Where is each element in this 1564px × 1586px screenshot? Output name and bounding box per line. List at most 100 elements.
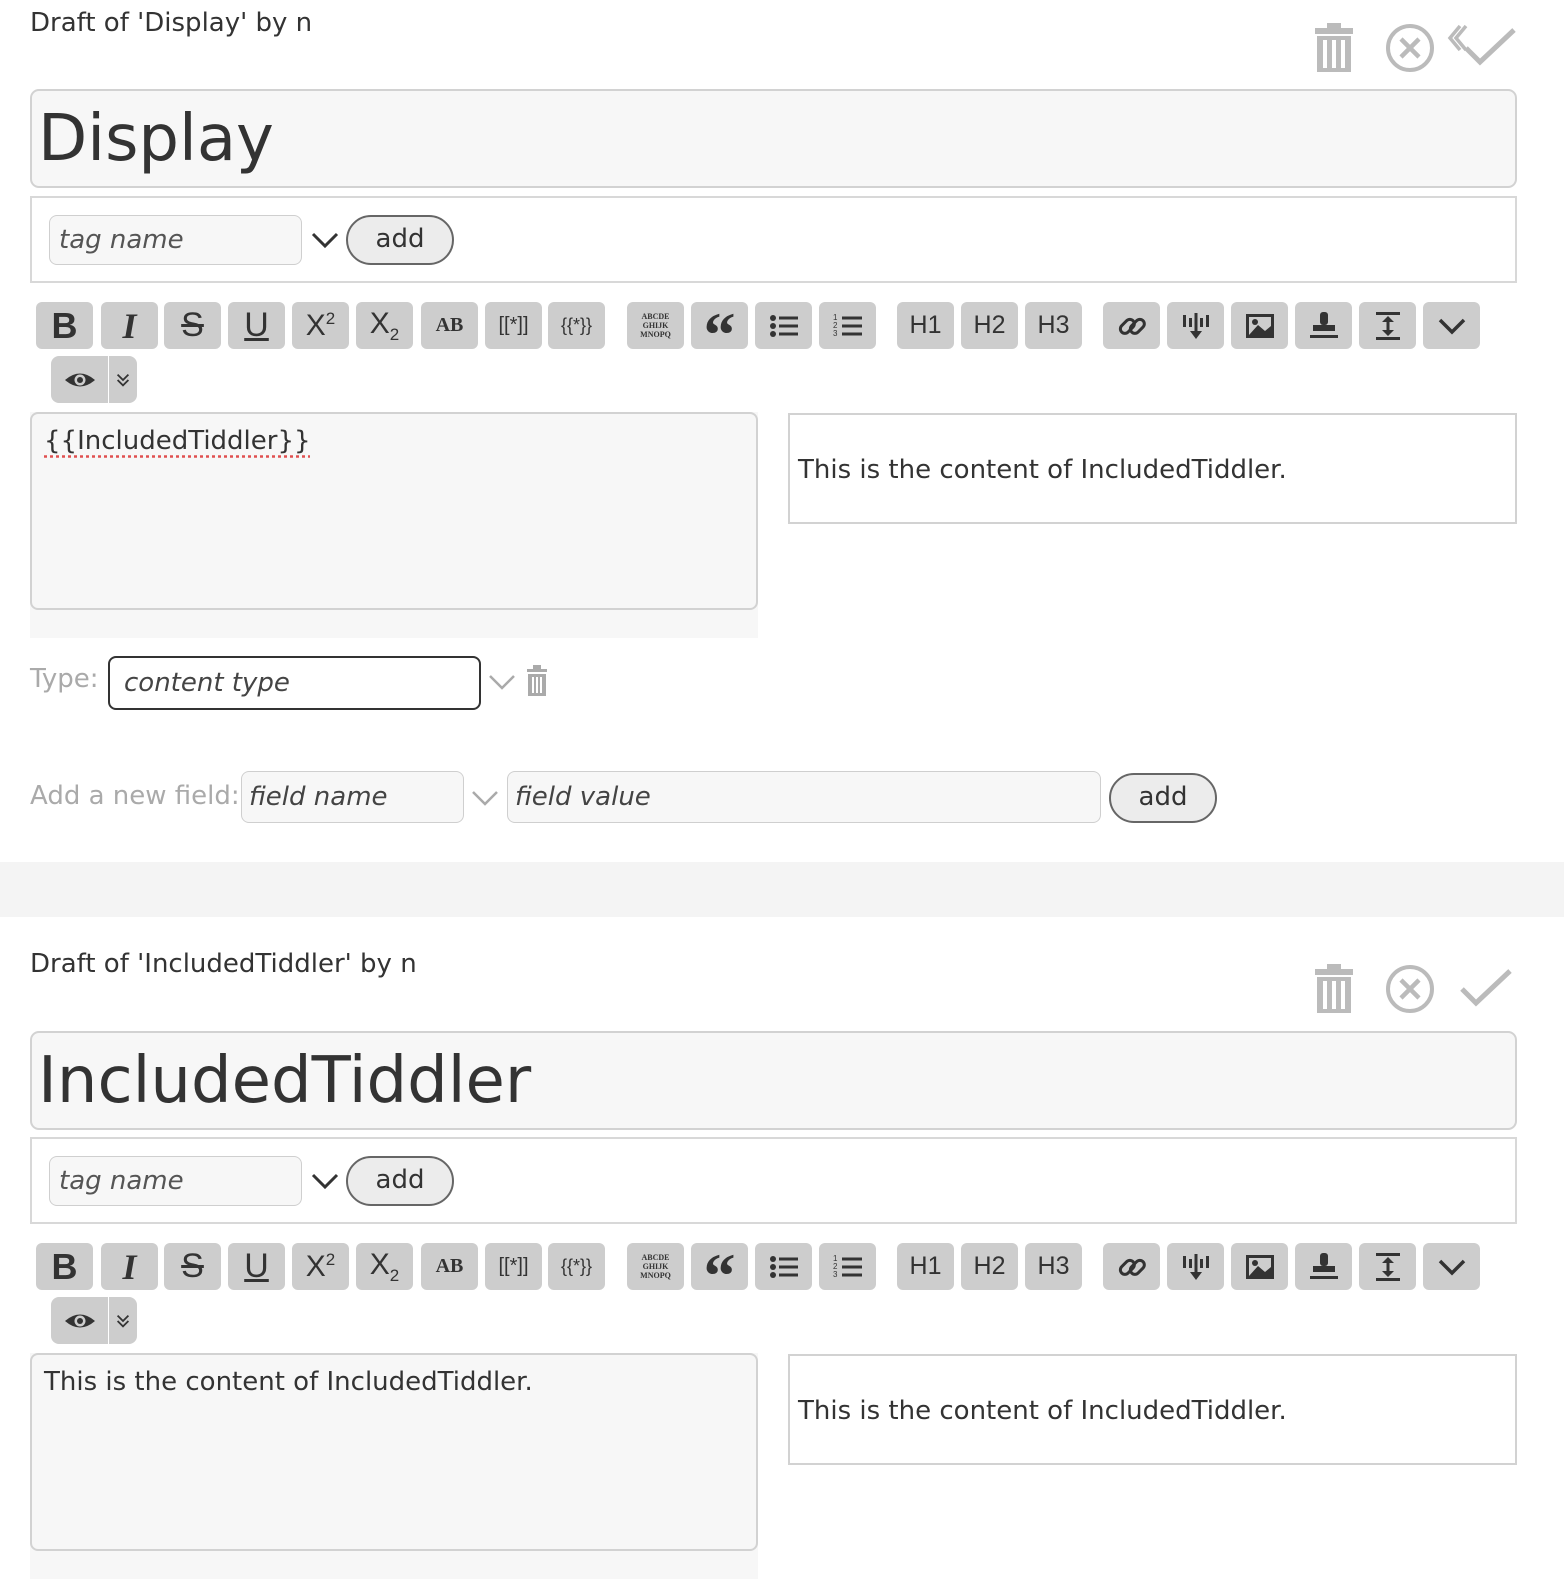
- italic-button[interactable]: I: [101, 302, 158, 349]
- preview-toggle-button[interactable]: [51, 1297, 108, 1344]
- superscript-icon: X2: [305, 1249, 336, 1283]
- bold-button[interactable]: B: [36, 1243, 93, 1290]
- picture-button[interactable]: [1231, 302, 1288, 349]
- quote-button[interactable]: “: [691, 1243, 748, 1307]
- bullet-list-icon: [769, 1255, 798, 1278]
- transclude-button[interactable]: {{*}}: [548, 302, 605, 349]
- strikethrough-icon: S: [181, 306, 204, 344]
- quote-icon: “: [703, 1239, 736, 1311]
- monospace-block-button[interactable]: ABCDE GHIJK MNOPQ: [627, 1243, 684, 1290]
- superscript-button[interactable]: X2: [292, 302, 349, 349]
- size-icon: [1375, 1252, 1400, 1281]
- field-name-dropdown-button[interactable]: [470, 780, 500, 816]
- preview-type-button[interactable]: [109, 1297, 137, 1344]
- cancel-button[interactable]: [1382, 961, 1438, 1017]
- heading-2-button[interactable]: H2: [961, 1243, 1018, 1290]
- cancel-button[interactable]: [1382, 20, 1438, 76]
- chevron-down-icon: [311, 1173, 339, 1190]
- preview-toggle-button[interactable]: [51, 356, 108, 403]
- field-name-input[interactable]: field name: [241, 771, 464, 823]
- transclude-icon: {{*}}: [560, 315, 593, 335]
- smallcaps-button[interactable]: AB: [421, 302, 478, 349]
- heading-3-button[interactable]: H3: [1025, 302, 1082, 349]
- superscript-button[interactable]: X2: [292, 1243, 349, 1290]
- underline-button[interactable]: U: [228, 1243, 285, 1290]
- quote-button[interactable]: “: [691, 302, 748, 366]
- delete-button[interactable]: [1306, 20, 1362, 76]
- body-textarea[interactable]: {{IncludedTiddler}}: [30, 412, 758, 610]
- numbered-list-icon: 123: [833, 313, 862, 338]
- title-input[interactable]: IncludedTiddler: [30, 1031, 1517, 1130]
- link-icon: [1118, 317, 1146, 335]
- size-button[interactable]: [1359, 302, 1416, 349]
- smallcaps-icon: AB: [435, 314, 464, 336]
- content-type-input[interactable]: content type: [108, 656, 481, 710]
- title-input[interactable]: Display: [30, 89, 1517, 188]
- numbered-list-button[interactable]: 123: [819, 1243, 876, 1290]
- transclude-icon: {{*}}: [560, 1256, 593, 1276]
- more-button[interactable]: [1423, 1243, 1480, 1290]
- stamp-button[interactable]: [1295, 1243, 1352, 1290]
- numbered-list-icon: 123: [833, 1254, 862, 1279]
- excise-button[interactable]: [1167, 1243, 1224, 1290]
- stamp-button[interactable]: [1295, 302, 1352, 349]
- subscript-icon: X2: [369, 306, 400, 344]
- size-icon: [1375, 311, 1400, 340]
- add-tag-button[interactable]: add: [346, 1156, 454, 1206]
- wikilink-button[interactable]: [[*]]: [485, 1243, 542, 1290]
- bold-button[interactable]: B: [36, 302, 93, 349]
- excise-button[interactable]: [1167, 302, 1224, 349]
- strikethrough-button[interactable]: S: [164, 1243, 221, 1290]
- underline-icon: U: [244, 306, 269, 344]
- add-tag-button[interactable]: add: [346, 215, 454, 265]
- heading-3-button[interactable]: H3: [1025, 1243, 1082, 1290]
- superscript-icon: X2: [305, 308, 336, 342]
- tag-name-input[interactable]: tag name: [49, 215, 302, 265]
- subscript-button[interactable]: X2: [356, 302, 413, 349]
- smallcaps-button[interactable]: AB: [421, 1243, 478, 1290]
- eye-icon: [64, 373, 95, 386]
- heading-1-button[interactable]: H1: [897, 1243, 954, 1290]
- body-textarea[interactable]: This is the content of IncludedTiddler.: [30, 1353, 758, 1551]
- checkmark-icon: [1447, 24, 1516, 66]
- tiddler-controls: [1306, 961, 1536, 1017]
- more-icon: [1438, 318, 1465, 334]
- save-button[interactable]: [1446, 20, 1520, 76]
- more-button[interactable]: [1423, 302, 1480, 349]
- bullet-list-button[interactable]: [755, 1243, 812, 1290]
- save-button[interactable]: [1456, 961, 1516, 1017]
- body-text: This is the content of IncludedTiddler.: [44, 1367, 533, 1397]
- double-chevron-down-icon: [116, 1314, 130, 1328]
- transclude-button[interactable]: {{*}}: [548, 1243, 605, 1290]
- bullet-list-button[interactable]: [755, 302, 812, 349]
- strikethrough-button[interactable]: S: [164, 302, 221, 349]
- link-button[interactable]: [1103, 302, 1160, 349]
- tag-dropdown-button[interactable]: [310, 222, 340, 258]
- picture-button[interactable]: [1231, 1243, 1288, 1290]
- delete-button[interactable]: [1306, 961, 1362, 1017]
- underline-button[interactable]: U: [228, 302, 285, 349]
- size-button[interactable]: [1359, 1243, 1416, 1290]
- add-field-button[interactable]: add: [1109, 773, 1217, 823]
- type-label: Type:: [30, 664, 99, 694]
- type-dropdown-button[interactable]: [487, 664, 517, 700]
- heading-2-button[interactable]: H2: [961, 302, 1018, 349]
- tag-dropdown-button[interactable]: [310, 1163, 340, 1199]
- wikilink-button[interactable]: [[*]]: [485, 302, 542, 349]
- delete-type-button[interactable]: [525, 664, 549, 698]
- link-button[interactable]: [1103, 1243, 1160, 1290]
- tag-name-input[interactable]: tag name: [49, 1156, 302, 1206]
- preview-type-button[interactable]: [109, 356, 137, 403]
- editor-toolbar: B I S U X2 X2 AB [[*]] {{*}} ABCDE GHIJK MNOPQ “ 1 2…: [36, 1243, 1516, 1348]
- quote-icon: “: [703, 298, 736, 370]
- tiddler-subtitle: Draft of 'Display' by n: [30, 8, 313, 38]
- numbered-list-button[interactable]: 123: [819, 302, 876, 349]
- subscript-button[interactable]: X2: [356, 1243, 413, 1290]
- italic-button[interactable]: I: [101, 1243, 158, 1290]
- story-river-gap: [0, 862, 1564, 917]
- field-value-input[interactable]: field value: [507, 771, 1101, 823]
- smallcaps-icon: AB: [435, 1255, 464, 1277]
- heading-1-button[interactable]: H1: [897, 302, 954, 349]
- monospace-block-button[interactable]: ABCDE GHIJK MNOPQ: [627, 302, 684, 349]
- italic-icon: I: [122, 1246, 137, 1287]
